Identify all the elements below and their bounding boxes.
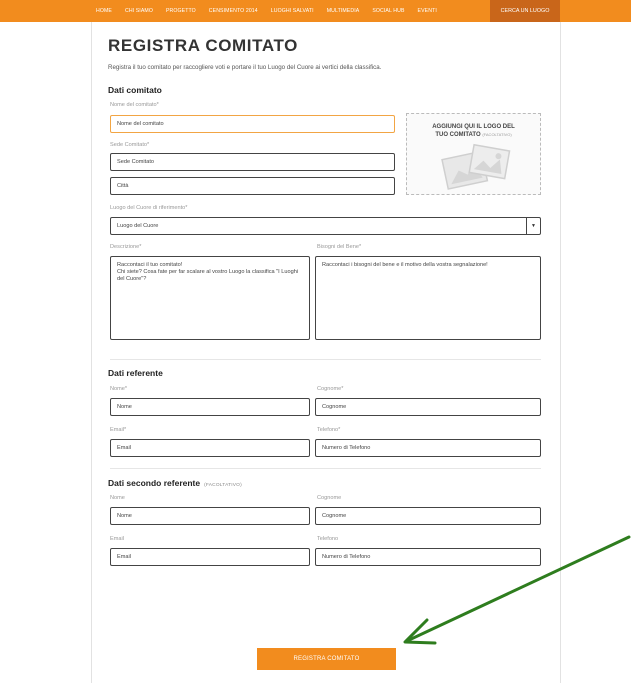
logo-upload-dropzone[interactable]: AGGIUNGI QUI IL LOGO DEL TUO COMITATO (F…	[406, 113, 541, 195]
committee-name-input[interactable]: Nome del comitato	[110, 115, 395, 133]
city-input[interactable]: Città	[110, 177, 395, 195]
contact-name-label: Nome*	[110, 386, 128, 392]
main-nav: HOME CHI SIAMO PROGETTO CENSIMENTO 2014 …	[96, 0, 450, 22]
second-contact-name-input[interactable]: Nome	[110, 507, 310, 525]
section-divider	[110, 468, 541, 469]
needs-label: Bisogni del Bene*	[317, 244, 362, 250]
nav-multimedia[interactable]: MULTIMEDIA	[327, 8, 360, 14]
nav-eventi[interactable]: EVENTI	[418, 8, 437, 14]
contact-phone-input[interactable]: Numero di Telefono	[315, 439, 541, 457]
second-contact-surname-input[interactable]: Cognome	[315, 507, 541, 525]
image-placeholder-icon	[441, 143, 511, 190]
chevron-down-icon[interactable]: ▼	[526, 218, 540, 234]
section-dati-comitato: Dati comitato	[108, 85, 162, 95]
heart-place-selected-value: Luogo del Cuore	[117, 223, 159, 229]
contact-surname-label: Cognome*	[317, 386, 344, 392]
committee-name-label: Nome del comitato*	[110, 102, 159, 108]
contact-name-input[interactable]: Nome	[110, 398, 310, 416]
contact-email-input[interactable]: Email	[110, 439, 310, 457]
annotation-arrow-icon	[403, 535, 631, 645]
heart-place-label: Luogo del Cuore di riferimento*	[110, 205, 188, 211]
second-contact-phone-label: Telefono	[317, 536, 339, 542]
page-subtitle: Registra il tuo comitato per raccogliere…	[108, 64, 382, 71]
description-label: Descrizione*	[110, 244, 142, 250]
nav-censimento[interactable]: CENSIMENTO 2014	[209, 8, 258, 14]
register-committee-button[interactable]: REGISTRA COMITATO	[257, 648, 396, 670]
contact-surname-input[interactable]: Cognome	[315, 398, 541, 416]
nav-social-hub[interactable]: SOCIAL HUB	[372, 8, 404, 14]
top-navigation-bar: HOME CHI SIAMO PROGETTO CENSIMENTO 2014 …	[0, 0, 631, 22]
page-title: REGISTRA COMITATO	[108, 36, 298, 55]
contact-phone-label: Telefono*	[317, 427, 341, 433]
committee-seat-label: Sede Comitato*	[110, 142, 150, 148]
committee-seat-input[interactable]: Sede Comitato	[110, 153, 395, 171]
section-dati-secondo-referente: Dati secondo referente (FACOLTATIVO)	[108, 478, 242, 488]
optional-badge: (FACOLTATIVO)	[204, 483, 242, 488]
needs-textarea[interactable]: Raccontaci i bisogni del bene e il motiv…	[315, 256, 541, 340]
second-contact-surname-label: Cognome	[317, 495, 342, 501]
nav-progetto[interactable]: PROGETTO	[166, 8, 196, 14]
second-contact-email-input[interactable]: Email	[110, 548, 310, 566]
second-contact-name-label: Nome	[110, 495, 125, 501]
section-dati-referente: Dati referente	[108, 368, 163, 378]
contact-email-label: Email*	[110, 427, 127, 433]
nav-chi-siamo[interactable]: CHI SIAMO	[125, 8, 153, 14]
search-place-button[interactable]: CERCA UN LUOGO	[490, 0, 560, 22]
heart-place-select[interactable]: Luogo del Cuore ▼	[110, 217, 541, 235]
logo-upload-label: AGGIUNGI QUI IL LOGO DEL TUO COMITATO (F…	[432, 124, 515, 138]
second-contact-email-label: Email	[110, 536, 124, 542]
section-divider	[110, 359, 541, 360]
nav-home[interactable]: HOME	[96, 8, 112, 14]
nav-luoghi-salvati[interactable]: LUOGHI SALVATI	[271, 8, 314, 14]
description-textarea[interactable]: Raccontaci il tuo comitato! Chi siete? C…	[110, 256, 310, 340]
